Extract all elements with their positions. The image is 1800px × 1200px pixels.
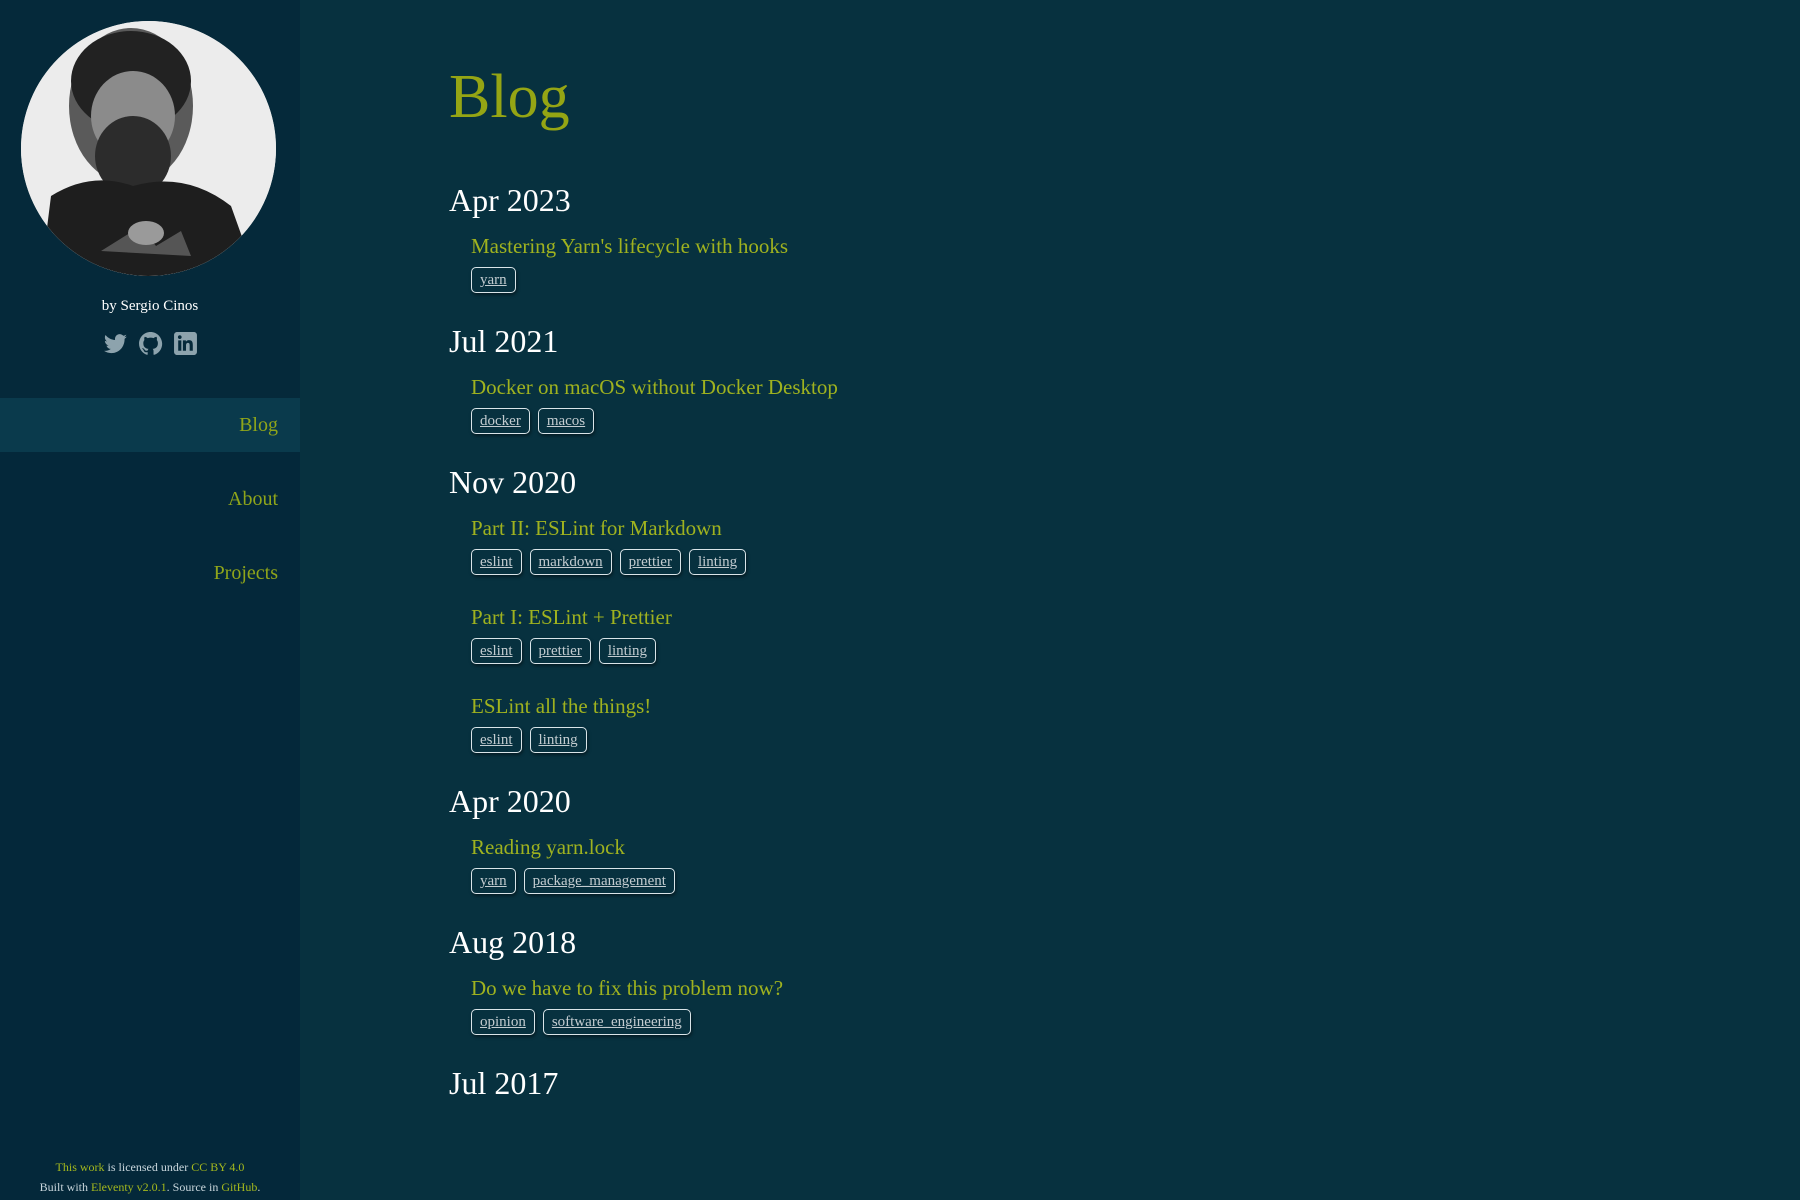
tag-list: opinion software_engineering [471,1009,1800,1035]
main-nav: Blog About Projects [0,398,300,620]
twitter-icon [103,334,127,354]
post-title-link[interactable]: ESLint all the things! [471,690,1800,722]
tag-badge[interactable]: linting [688,549,747,575]
social-links [0,331,300,356]
month-heading: Jul 2021 [449,323,559,359]
post-title-link[interactable]: Part II: ESLint for Markdown [471,512,1800,544]
post-title-link[interactable]: Do we have to fix this problem now? [471,972,1800,1004]
tag-badge[interactable]: linting [598,638,656,664]
tag-badge[interactable]: docker [471,408,530,434]
linkedin-link[interactable] [173,331,198,356]
month-group: Aug 2018 Do we have to fix this problem n… [449,924,1800,1035]
month-group: Jul 2017 [449,1065,1800,1103]
post-item: Docker on macOS without Docker Desktop do… [471,361,1800,434]
nav-item-about[interactable]: About [0,472,300,526]
post-item: Part I: ESLint + Prettier eslint prettier l… [471,591,1800,664]
github-link[interactable] [138,331,163,356]
month-group: Jul 2021 Docker on macOS without Docker D… [449,323,1800,434]
built-with-text: Built with [39,1180,92,1194]
nav-item-projects[interactable]: Projects [0,546,300,600]
post-title-link[interactable]: Reading yarn.lock [471,831,1800,863]
page-title: Blog [449,63,570,131]
post-item: Reading yarn.lock yarn package_management [471,821,1800,894]
tag-list: yarn [471,267,1800,293]
post-item: Mastering Yarn's lifecycle with hooks yar… [471,220,1800,293]
post-item: ESLint all the things! eslint linting [471,680,1800,753]
tag-badge[interactable]: yarn [471,267,516,293]
tag-badge[interactable]: eslint [471,638,522,664]
post-title-link[interactable]: Docker on macOS without Docker Desktop [471,371,1800,403]
post-title-link[interactable]: Mastering Yarn's lifecycle with hooks [471,230,1800,262]
post-title-link[interactable]: Part I: ESLint + Prettier [471,601,1800,633]
tag-badge[interactable]: eslint [471,549,522,575]
license-link[interactable]: CC BY 4.0 [191,1160,244,1174]
sidebar: by Sergio Cinos Blog About Projects This… [0,0,300,1200]
source-in-text: . Source in [166,1180,222,1194]
tag-badge[interactable]: prettier [619,549,681,575]
month-group: Nov 2020 Part II: ESLint for Markdown esli… [449,464,1800,753]
tag-badge[interactable]: prettier [529,638,591,664]
month-heading: Nov 2020 [449,464,577,500]
main-content: Blog Apr 2023 Mastering Yarn's lifecycle … [300,0,1800,1200]
github-source-link[interactable]: GitHub [221,1180,257,1194]
month-heading: Jul 2017 [449,1065,559,1101]
license-text: is licensed under [104,1160,192,1174]
month-heading: Apr 2023 [449,182,571,218]
tag-badge[interactable]: linting [529,727,587,753]
twitter-link[interactable] [103,331,128,356]
tag-badge[interactable]: macos [537,408,595,434]
tag-list: eslint prettier linting [471,638,1800,664]
avatar [21,21,276,276]
author-byline: by Sergio Cinos [101,298,199,314]
nav-item-blog[interactable]: Blog [0,398,300,452]
tag-badge[interactable]: markdown [529,549,612,575]
tag-list: eslint linting [471,727,1800,753]
tag-badge[interactable]: opinion [471,1009,535,1035]
tag-list: docker macos [471,408,1800,434]
linkedin-icon [173,332,197,355]
post-list: Apr 2023 Mastering Yarn's lifecycle with … [449,182,1800,1103]
eleventy-link[interactable]: Eleventy v2.0.1 [91,1180,167,1194]
footer-period: . [257,1180,261,1194]
built-with-line: Built with Eleventy v2.0.1. Source in Gi… [0,1177,300,1197]
tag-badge[interactable]: software_engineering [542,1009,691,1035]
month-heading: Apr 2020 [449,783,571,819]
profile-card: by Sergio Cinos [0,0,300,398]
site-footer: This work is licensed under CC BY 4.0 Bu… [0,1157,300,1197]
license-line: This work is licensed under CC BY 4.0 [0,1157,300,1177]
tag-badge[interactable]: yarn [471,868,516,894]
month-group: Apr 2023 Mastering Yarn's lifecycle with … [449,182,1800,293]
month-group: Apr 2020 Reading yarn.lock yarn package_man… [449,783,1800,894]
month-heading: Aug 2018 [449,924,577,960]
tag-list: yarn package_management [471,868,1800,894]
avatar-photo [21,21,276,276]
post-item: Part II: ESLint for Markdown eslint markdo… [471,502,1800,575]
github-icon [138,332,162,355]
tag-badge[interactable]: eslint [471,727,522,753]
tag-badge[interactable]: package_management [523,868,675,894]
post-item: Do we have to fix this problem now? opini… [471,962,1800,1035]
tag-list: eslint markdown prettier linting [471,549,1800,575]
this-work-link[interactable]: This work [56,1160,105,1174]
